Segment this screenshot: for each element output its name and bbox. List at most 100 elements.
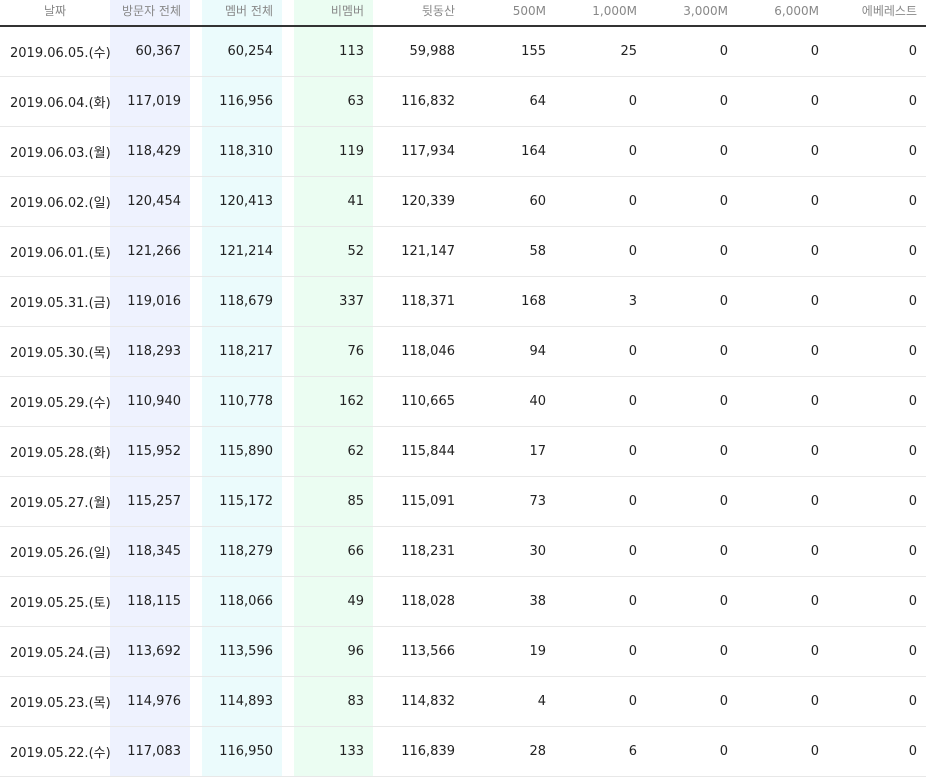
cell-everest: 0 — [828, 526, 926, 577]
cell-backhill: 115,091 — [373, 476, 464, 527]
cell-500m: 155 — [464, 26, 555, 77]
cell-everest: 0 — [828, 326, 926, 377]
cell-date: 2019.06.03.(월) — [0, 126, 110, 177]
cell-members-total: 118,066 — [202, 576, 282, 627]
cell-500m: 73 — [464, 476, 555, 527]
table-row: 2019.05.29.(수) 110,940 110,778 162 110,665 40… — [0, 376, 926, 427]
cell-visitors-total: 117,083 — [110, 726, 190, 777]
column-gap — [190, 676, 202, 727]
column-gap — [282, 626, 294, 677]
table-row: 2019.05.24.(금) 113,692 113,596 96 113,566 19 0… — [0, 626, 926, 677]
cell-3000m: 0 — [646, 576, 737, 627]
cell-nonmembers: 63 — [294, 76, 373, 127]
cell-nonmembers: 133 — [294, 726, 373, 777]
cell-date: 2019.06.02.(일) — [0, 176, 110, 227]
cell-date: 2019.05.22.(수) — [0, 726, 110, 777]
cell-members-total: 110,778 — [202, 376, 282, 427]
cell-members-total: 121,214 — [202, 226, 282, 277]
cell-1000m: 0 — [555, 176, 646, 227]
header-everest: 에베레스트 — [828, 0, 926, 27]
cell-6000m: 0 — [737, 26, 828, 77]
cell-1000m: 0 — [555, 676, 646, 727]
cell-1000m: 3 — [555, 276, 646, 327]
cell-nonmembers: 337 — [294, 276, 373, 327]
cell-500m: 94 — [464, 326, 555, 377]
header-members-total: 멤버 전체 — [202, 0, 282, 27]
cell-1000m: 6 — [555, 726, 646, 777]
column-gap — [282, 26, 294, 77]
column-gap — [190, 376, 202, 427]
cell-date: 2019.06.04.(화) — [0, 76, 110, 127]
header-backhill: 뒷동산 — [373, 0, 464, 27]
cell-nonmembers: 162 — [294, 376, 373, 427]
cell-date: 2019.05.27.(월) — [0, 476, 110, 527]
column-gap — [190, 126, 202, 177]
table-body: 2019.06.05.(수) 60,367 60,254 113 59,988 155 25… — [0, 26, 926, 777]
column-gap — [190, 626, 202, 677]
column-gap — [190, 76, 202, 127]
cell-6000m: 0 — [737, 676, 828, 727]
cell-3000m: 0 — [646, 26, 737, 77]
column-gap — [190, 726, 202, 777]
cell-visitors-total: 118,293 — [110, 326, 190, 377]
cell-nonmembers: 41 — [294, 176, 373, 227]
column-gap — [282, 426, 294, 477]
cell-6000m: 0 — [737, 526, 828, 577]
cell-date: 2019.05.24.(금) — [0, 626, 110, 677]
cell-date: 2019.05.23.(목) — [0, 676, 110, 727]
cell-nonmembers: 66 — [294, 526, 373, 577]
cell-500m: 19 — [464, 626, 555, 677]
cell-3000m: 0 — [646, 276, 737, 327]
cell-date: 2019.05.28.(화) — [0, 426, 110, 477]
cell-everest: 0 — [828, 126, 926, 177]
column-gap — [282, 176, 294, 227]
table-row: 2019.06.01.(토) 121,266 121,214 52 121,147 58 0… — [0, 226, 926, 277]
cell-nonmembers: 62 — [294, 426, 373, 477]
table-row: 2019.05.30.(목) 118,293 118,217 76 118,046 94 0… — [0, 326, 926, 377]
cell-backhill: 116,832 — [373, 76, 464, 127]
column-gap — [190, 276, 202, 327]
column-gap — [190, 576, 202, 627]
cell-backhill: 118,371 — [373, 276, 464, 327]
cell-visitors-total: 118,345 — [110, 526, 190, 577]
cell-500m: 164 — [464, 126, 555, 177]
table-row: 2019.05.27.(월) 115,257 115,172 85 115,091 73 0… — [0, 476, 926, 527]
cell-everest: 0 — [828, 276, 926, 327]
table-row: 2019.05.23.(목) 114,976 114,893 83 114,832 4 0 0… — [0, 676, 926, 727]
cell-everest: 0 — [828, 626, 926, 677]
cell-6000m: 0 — [737, 726, 828, 777]
table-row: 2019.06.05.(수) 60,367 60,254 113 59,988 155 25… — [0, 26, 926, 77]
header-nonmembers: 비멤버 — [294, 0, 373, 27]
cell-members-total: 116,956 — [202, 76, 282, 127]
cell-nonmembers: 113 — [294, 26, 373, 77]
cell-backhill: 118,028 — [373, 576, 464, 627]
cell-6000m: 0 — [737, 376, 828, 427]
cell-members-total: 115,890 — [202, 426, 282, 477]
cell-visitors-total: 115,257 — [110, 476, 190, 527]
cell-backhill: 115,844 — [373, 426, 464, 477]
cell-6000m: 0 — [737, 276, 828, 327]
cell-3000m: 0 — [646, 526, 737, 577]
cell-visitors-total: 110,940 — [110, 376, 190, 427]
column-gap — [282, 376, 294, 427]
cell-members-total: 120,413 — [202, 176, 282, 227]
cell-visitors-total: 113,692 — [110, 626, 190, 677]
cell-6000m: 0 — [737, 426, 828, 477]
cell-visitors-total: 121,266 — [110, 226, 190, 277]
cell-1000m: 0 — [555, 76, 646, 127]
header-date: 날짜 — [0, 0, 110, 27]
cell-1000m: 25 — [555, 26, 646, 77]
table-row: 2019.06.04.(화) 117,019 116,956 63 116,832 64 0… — [0, 76, 926, 127]
cell-members-total: 118,279 — [202, 526, 282, 577]
cell-everest: 0 — [828, 376, 926, 427]
cell-500m: 28 — [464, 726, 555, 777]
cell-date: 2019.05.30.(목) — [0, 326, 110, 377]
column-gap — [190, 176, 202, 227]
daily-visitor-stats-table: 날짜 방문자 전체 멤버 전체 비멤버 뒷동산 500M 1,000M 3,00… — [0, 0, 926, 777]
cell-members-total: 60,254 — [202, 26, 282, 77]
table-header: 날짜 방문자 전체 멤버 전체 비멤버 뒷동산 500M 1,000M 3,00… — [0, 0, 926, 27]
cell-backhill: 117,934 — [373, 126, 464, 177]
cell-nonmembers: 96 — [294, 626, 373, 677]
cell-1000m: 0 — [555, 526, 646, 577]
cell-500m: 40 — [464, 376, 555, 427]
